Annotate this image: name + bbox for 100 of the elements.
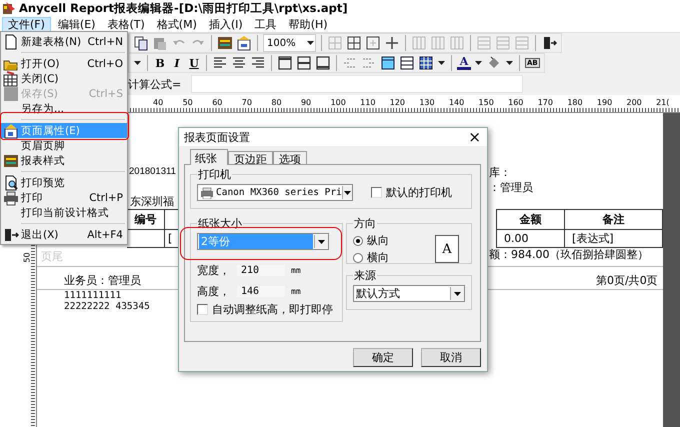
- underline-button[interactable]: U: [187, 56, 201, 70]
- dropdown[interactable]: Canon MX360 series Pri: [197, 184, 353, 201]
- table-icon[interactable]: [418, 55, 434, 71]
- table-cell: [表达式]: [564, 230, 662, 247]
- menu-item[interactable]: 打印预览: [1, 175, 127, 190]
- report-text: 库：: [489, 165, 511, 180]
- bold-button[interactable]: B: [153, 56, 167, 70]
- table-cell: 0.00: [496, 230, 564, 247]
- input-field[interactable]: 146: [237, 286, 285, 297]
- report-text: 东深圳福: [130, 194, 174, 209]
- border-icon[interactable]: [365, 35, 381, 51]
- preview-icon: [3, 174, 19, 190]
- menu-item[interactable]: 表格(T): [102, 16, 150, 32]
- window-icon: [3, 122, 19, 138]
- menu-item[interactable]: 退出(X) Alt+F4: [1, 227, 127, 242]
- unit-label: mm: [291, 287, 301, 296]
- field-label: 宽度，: [197, 263, 231, 278]
- ruler-number: 50: [182, 98, 194, 107]
- font-color-button[interactable]: A: [457, 56, 471, 70]
- lines-icon[interactable]: [399, 55, 415, 71]
- zoom-dropdown[interactable]: 100%: [263, 34, 316, 52]
- group-label: 打印机: [197, 167, 232, 182]
- ruler-number: 110: [360, 98, 376, 107]
- ruler-number: 120: [390, 98, 406, 107]
- input-field[interactable]: 210: [237, 265, 285, 276]
- report-text: 第0页/共0页: [596, 273, 658, 288]
- ruler-number: 40: [153, 98, 164, 107]
- menu-item[interactable]: 帮助(H): [284, 16, 333, 32]
- menu-item[interactable]: 打印 Ctrl+P: [1, 190, 127, 205]
- printer-icon: [3, 190, 19, 206]
- table-header-cell: 备注: [564, 210, 662, 230]
- report-text: 业务员：管理员: [64, 273, 141, 288]
- ruler-number: 140: [448, 98, 466, 107]
- door-icon[interactable]: [541, 35, 557, 51]
- menu-item[interactable]: 报表样式: [1, 153, 127, 168]
- ruler-number: 70: [242, 98, 253, 107]
- ruler-number: 21(: [656, 98, 670, 107]
- tab[interactable]: 选项: [273, 151, 307, 165]
- menu-item[interactable]: 打开(O) Ctrl+O: [1, 56, 127, 71]
- report-text: 1111111111: [64, 291, 122, 301]
- report-text: 22222222 435345: [64, 302, 150, 312]
- italic-button[interactable]: I: [170, 56, 184, 70]
- report-text: 201801311: [129, 166, 176, 177]
- close-button[interactable]: ×: [468, 129, 481, 145]
- grid-icon: [3, 70, 19, 86]
- ruler-number: 190: [596, 98, 614, 107]
- window-icon[interactable]: [236, 35, 252, 51]
- copy-icon[interactable]: [133, 35, 149, 51]
- ruler-number: 200: [626, 98, 643, 107]
- ruler-number: 130: [419, 98, 436, 107]
- ruler-number: 100: [330, 98, 347, 107]
- caret-icon: [318, 240, 325, 244]
- cross-icon[interactable]: [384, 35, 400, 51]
- dialog-title: 报表页面设置: [184, 130, 250, 144]
- report-text: ：管理员: [489, 180, 533, 195]
- group-label: 来源: [353, 268, 377, 283]
- dialog-button[interactable]: 确定: [353, 348, 413, 367]
- tab[interactable]: 纸张: [190, 149, 228, 165]
- radio-button[interactable]: 纵向: [353, 233, 389, 248]
- menu-item[interactable]: 编辑(E): [52, 16, 100, 32]
- dialog-button[interactable]: 取消: [421, 348, 481, 367]
- sheet-icon[interactable]: [217, 35, 233, 51]
- ruler-number: 60: [212, 98, 224, 107]
- caret-icon: [344, 190, 351, 194]
- field-label: 高度，: [197, 284, 231, 299]
- ruler-number: 180: [567, 98, 584, 107]
- tab[interactable]: 页边距: [228, 151, 273, 165]
- menu-item[interactable]: 页眉页脚: [1, 138, 127, 153]
- menu-item[interactable]: 打印当前设计格式: [1, 205, 127, 220]
- ruler-number: 160: [508, 98, 524, 107]
- report-total: 额：984.00（玖佰捌拾肆圆整）: [489, 247, 648, 262]
- menu-item[interactable]: 插入(I): [204, 16, 248, 32]
- radio-button[interactable]: 横向: [353, 250, 389, 265]
- table-icon[interactable]: [380, 55, 396, 71]
- sheet-icon: [3, 152, 19, 168]
- menu-item[interactable]: 新建表格(N) Ctrl+N: [1, 34, 127, 49]
- align-bottom-icon[interactable]: [315, 55, 331, 71]
- page-preview: A: [435, 235, 459, 263]
- table-header-cell: 金额: [496, 210, 564, 230]
- app-icon: [2, 1, 16, 15]
- align-middle-icon[interactable]: [296, 55, 312, 71]
- checkbox[interactable]: 默认的打印机: [371, 185, 452, 200]
- dropdown[interactable]: 默认方式: [353, 285, 465, 302]
- grid-icon[interactable]: [346, 35, 362, 51]
- window-title: Anycell Report报表编辑器-[D:\雨田打印工具\rpt\xs.apt]: [19, 0, 348, 16]
- printer-icon: [200, 186, 214, 198]
- checkbox[interactable]: 自动调整纸高，即打即停: [197, 302, 336, 317]
- formula-label: 计算公式=: [128, 76, 182, 92]
- unit-label: mm: [291, 266, 301, 275]
- ruler-number: 80: [271, 98, 283, 107]
- menu-item[interactable]: 格式(M): [152, 16, 202, 32]
- group-label: 方向: [353, 216, 377, 231]
- ruler-number: 50: [22, 252, 32, 263]
- ruler-number: 150: [478, 98, 495, 107]
- align-top-icon[interactable]: [277, 55, 293, 71]
- menu-item[interactable]: 关闭(C): [1, 71, 127, 86]
- formula-field[interactable]: [191, 75, 524, 93]
- ruler-number: 170: [538, 98, 554, 107]
- menu-item[interactable]: 文件(F): [2, 16, 51, 32]
- menu-item[interactable]: 工具: [250, 16, 282, 32]
